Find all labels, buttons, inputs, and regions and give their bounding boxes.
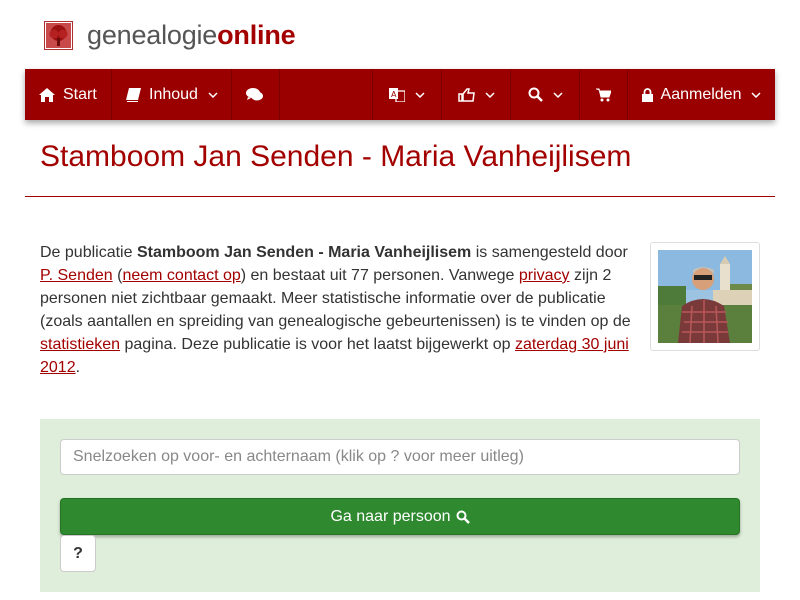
book-icon [126, 87, 141, 102]
title-divider [25, 196, 775, 197]
nav-start-label: Start [63, 85, 97, 103]
go-to-person-label: Ga naar persoon [330, 507, 451, 525]
chevron-down-icon [415, 91, 425, 98]
author-photo-frame[interactable] [650, 242, 760, 351]
tree-logo-icon [44, 20, 73, 50]
intro-text: ( [112, 267, 123, 284]
chevron-down-icon [552, 91, 563, 98]
author-link[interactable]: P. Senden [40, 267, 113, 284]
nav-language[interactable]: A [373, 69, 442, 120]
nav-login[interactable]: Aanmelden [628, 69, 775, 120]
intro-text: pagina. Deze publicatie is voor het laat… [120, 336, 515, 353]
quick-search-input[interactable] [60, 439, 740, 475]
intro-text: De publicatie [40, 244, 137, 261]
comments-icon [246, 88, 263, 101]
nav-inhoud-label: Inhoud [149, 85, 198, 103]
search-help-button[interactable]: ? [60, 535, 96, 572]
page-title: Stamboom Jan Senden - Maria Vanheijlisem [40, 140, 632, 173]
site-logo[interactable]: genealogieonline [44, 19, 296, 51]
nav-forum[interactable] [232, 69, 280, 120]
nav-share[interactable] [442, 69, 511, 120]
contact-link[interactable]: neem contact op [122, 267, 240, 284]
thumbs-up-icon [457, 87, 475, 102]
cart-icon [596, 88, 611, 101]
nav-search[interactable] [511, 69, 580, 120]
intro-text: . [75, 359, 81, 376]
quick-search-panel: Ga naar persoon ? [40, 419, 760, 592]
main-navbar: Start Inhoud A Aanmelden [25, 69, 775, 120]
nav-start[interactable]: Start [25, 69, 112, 120]
intro-text: is samengesteld door [471, 244, 628, 261]
statistics-link[interactable]: statistieken [40, 336, 120, 353]
search-icon [456, 510, 470, 524]
home-icon [39, 87, 55, 102]
nav-shop[interactable] [580, 69, 628, 120]
publication-name: Stamboom Jan Senden - Maria Vanheijlisem [136, 244, 472, 261]
chevron-down-icon [208, 91, 218, 98]
go-to-person-button[interactable]: Ga naar persoon [60, 498, 740, 535]
author-photo [658, 250, 752, 343]
nav-spacer [280, 69, 373, 120]
publication-intro: De publicatie Stamboom Jan Senden - Mari… [40, 241, 635, 379]
brand-suffix: online [217, 19, 296, 50]
brand-prefix: genealogie [87, 19, 218, 50]
chevron-down-icon [484, 91, 495, 98]
lock-icon [641, 87, 653, 102]
site-name: genealogieonline [87, 19, 296, 51]
nav-inhoud[interactable]: Inhoud [112, 69, 232, 120]
intro-text: ) en bestaat uit 77 personen. Vanwege [240, 267, 519, 284]
svg-text:A: A [391, 90, 397, 99]
privacy-link[interactable]: privacy [519, 267, 570, 284]
language-icon: A [389, 87, 405, 102]
chevron-down-icon [751, 91, 762, 98]
nav-login-label: Aanmelden [660, 85, 742, 103]
search-icon [528, 87, 543, 102]
